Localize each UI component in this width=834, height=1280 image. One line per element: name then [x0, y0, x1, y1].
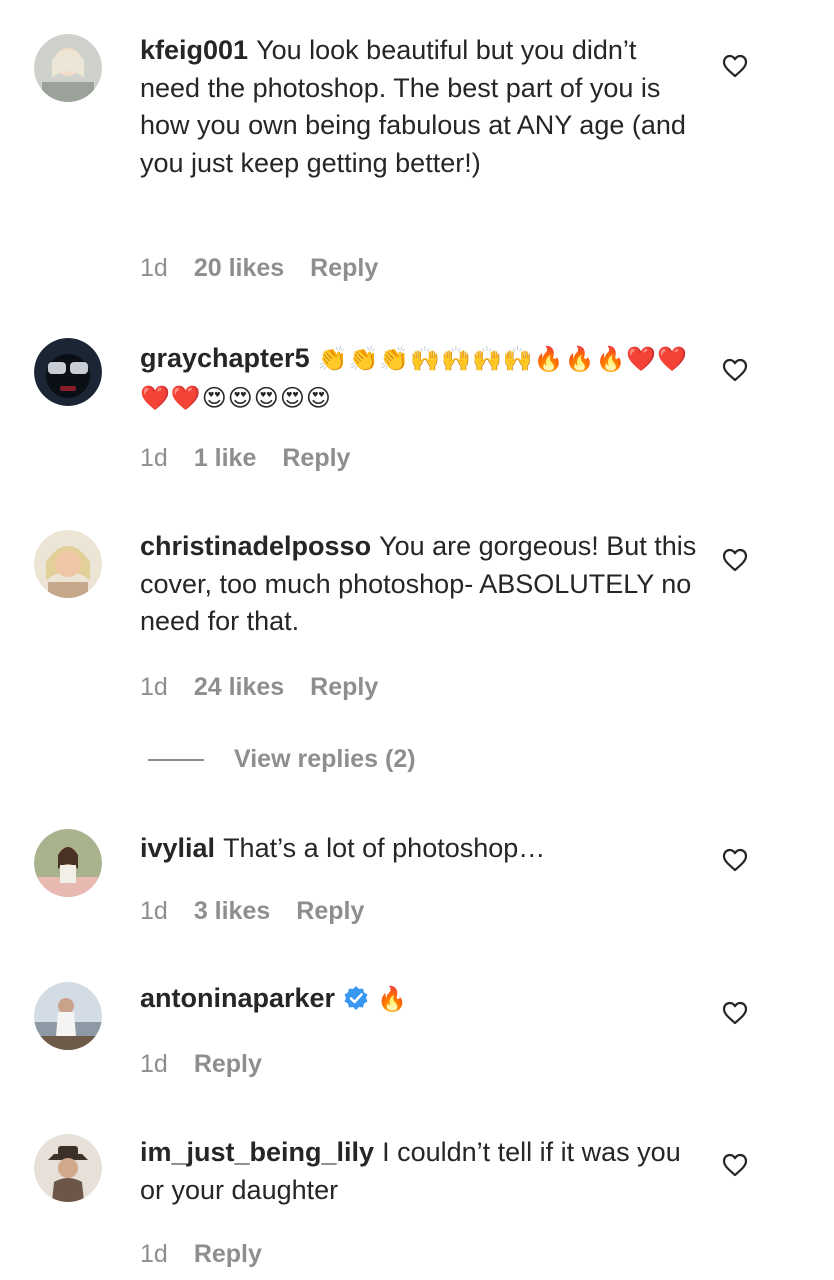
heart-icon[interactable] [722, 358, 748, 382]
comment-meta: 1d Reply [140, 1240, 262, 1269]
heart-icon[interactable] [722, 1153, 748, 1177]
reply-button[interactable]: Reply [194, 1050, 262, 1078]
reply-button[interactable]: Reply [310, 254, 378, 282]
comment-time: 1d [140, 1050, 168, 1078]
comment-time: 1d [140, 673, 168, 701]
comment-username[interactable]: antoninaparker [140, 983, 335, 1013]
avatar[interactable] [34, 982, 102, 1050]
comment-time: 1d [140, 254, 168, 282]
comment-emoji-text: 🔥 [377, 985, 408, 1013]
comment-meta: 1d Reply [140, 1050, 262, 1079]
comment-body: antoninaparker 🔥 [140, 980, 700, 1019]
comment-body: ivylial That’s a lot of photoshop… [140, 830, 700, 868]
view-replies-label: View replies (2) [234, 745, 416, 773]
comment-meta: 1d 3 likes Reply [140, 897, 364, 926]
avatar[interactable] [34, 1134, 102, 1202]
avatar[interactable] [34, 34, 102, 102]
comment-likes[interactable]: 24 likes [194, 673, 284, 701]
replies-divider-line [148, 759, 204, 762]
comment-body: graychapter5 👏👏👏🙌🙌🙌🙌🔥🔥🔥❤️❤️❤️❤️😍😍😍😍😍 [140, 340, 700, 417]
comment-body: kfeig001 You look beautiful but you didn’… [140, 32, 700, 182]
heart-icon[interactable] [722, 548, 748, 572]
comment-likes[interactable]: 3 likes [194, 897, 270, 925]
view-replies-button[interactable]: View replies (2) [148, 745, 416, 774]
heart-icon[interactable] [722, 1001, 748, 1025]
reply-button[interactable]: Reply [194, 1240, 262, 1268]
avatar[interactable] [34, 530, 102, 598]
reply-button[interactable]: Reply [296, 897, 364, 925]
heart-icon[interactable] [722, 848, 748, 872]
heart-icon[interactable] [722, 54, 748, 78]
comment-likes[interactable]: 20 likes [194, 254, 284, 282]
comment-text: That’s a lot of photoshop… [223, 833, 546, 863]
comment-username[interactable]: ivylial [140, 833, 215, 863]
comment-username[interactable]: graychapter5 [140, 343, 310, 373]
comment-meta: 1d 1 like Reply [140, 444, 350, 473]
comment-time: 1d [140, 897, 168, 925]
comment-username[interactable]: im_just_being_lily [140, 1137, 374, 1167]
comment-meta: 1d 20 likes Reply [140, 254, 378, 283]
comment-body: christinadelposso You are gorgeous! But t… [140, 528, 700, 641]
comment-body: im_just_being_lily I couldn’t tell if it … [140, 1134, 700, 1209]
reply-button[interactable]: Reply [282, 444, 350, 472]
avatar[interactable] [34, 829, 102, 897]
comment-time: 1d [140, 1240, 168, 1268]
comment-username[interactable]: kfeig001 [140, 35, 248, 65]
comment-likes[interactable]: 1 like [194, 444, 257, 472]
comment-time: 1d [140, 444, 168, 472]
verified-badge-icon [343, 984, 369, 1010]
avatar[interactable] [34, 338, 102, 406]
comment-username[interactable]: christinadelposso [140, 531, 371, 561]
reply-button[interactable]: Reply [310, 673, 378, 701]
comment-meta: 1d 24 likes Reply [140, 673, 378, 702]
